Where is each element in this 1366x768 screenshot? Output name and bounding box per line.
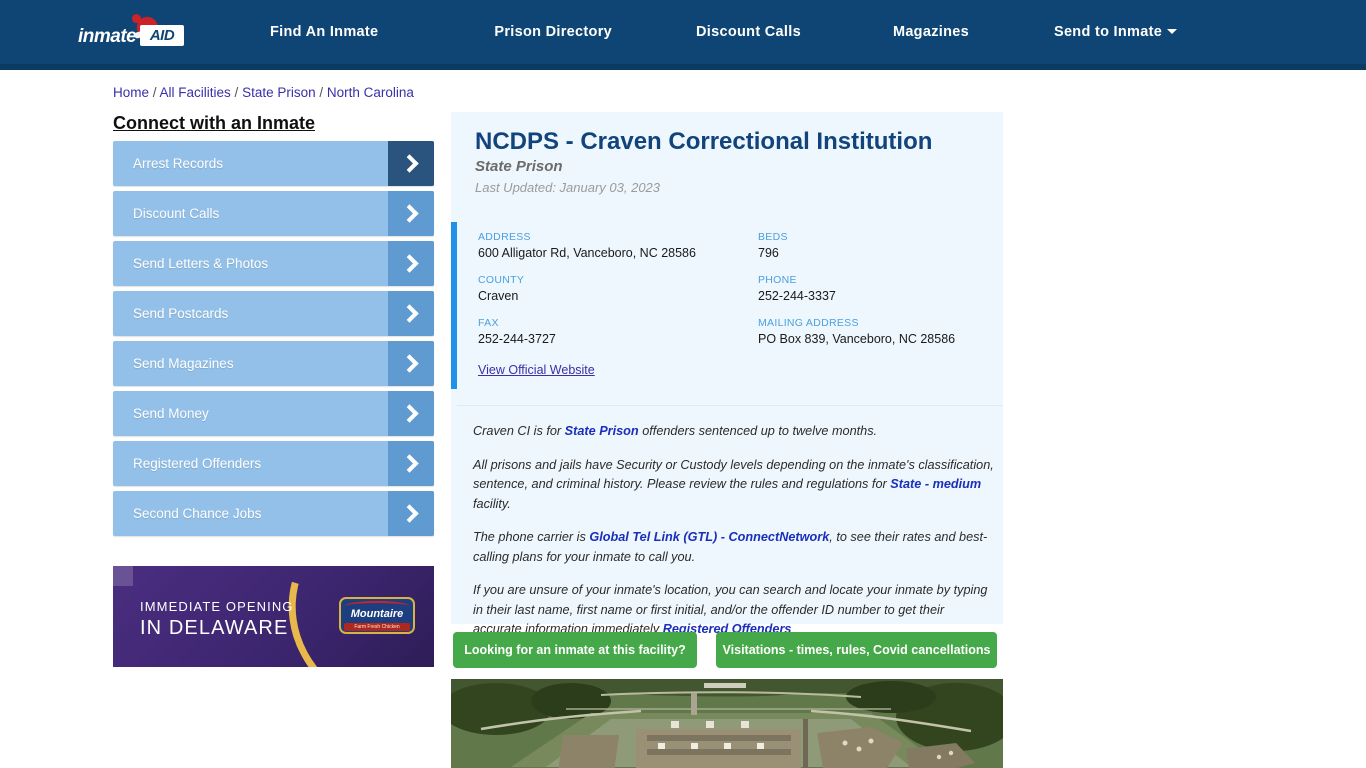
last-updated-text: Last Updated: January 03, 2023 [475,180,661,195]
ad-brand-tagline: Farm Fresh Chicken [344,623,410,631]
details-column-right: BEDS 796 PHONE 252-244-3337 MAILING ADDR… [758,231,1008,360]
detail-phone: PHONE 252-244-3337 [758,274,1008,303]
detail-label: FAX [478,317,499,329]
detail-value: 600 Alligator Rd, Vanceboro, NC 28586 [478,246,696,260]
description-paragraph-2: All prisons and jails have Security or C… [473,456,994,515]
detail-fax: FAX 252-244-3727 [478,317,728,346]
nav-discount-calls[interactable]: Discount Calls [696,24,801,40]
nav-magazines[interactable]: Magazines [893,24,969,40]
chevron-right-icon [388,441,434,486]
section-divider [457,405,1003,406]
sidebar-item-label: Send Letters & Photos [133,256,269,271]
desc-p1-post: offenders sentenced up to twelve months. [638,424,878,438]
sidebar-item-label: Send Postcards [133,306,229,321]
desc-p3-pre: The phone carrier is [473,530,590,544]
ad-brand-name: Mountaire [350,608,404,620]
header-icon-group: 0 [1126,0,1366,64]
site-header: inmate AID Find An Inmate Prison Directo… [0,0,1366,70]
breadcrumb-separator: / [230,85,243,100]
detail-beds: BEDS 796 [758,231,1008,260]
breadcrumb-item-state-prison[interactable]: State Prison [242,85,316,100]
detail-label: BEDS [758,231,788,243]
detail-county: COUNTY Craven [478,274,728,303]
logo-aid-box: AID [140,25,184,46]
sidebar-item-discount-calls[interactable]: Discount Calls [113,191,434,236]
chevron-right-icon [388,341,434,386]
logo-word-inmate: inmate [78,26,137,47]
desc-p2-post: facility. [473,496,511,511]
sidebar-item-send-postcards[interactable]: Send Postcards [113,291,434,336]
chevron-right-icon [388,141,434,186]
sidebar-item-second-chance-jobs[interactable]: Second Chance Jobs [113,491,434,536]
detail-address: ADDRESS 600 Alligator Rd, Vanceboro, NC … [478,231,728,260]
sidebar-item-label: Second Chance Jobs [133,506,262,521]
sidebar-item-label: Registered Offenders [133,456,262,471]
looking-for-inmate-button[interactable]: Looking for an inmate at this facility? [453,632,697,668]
sidebar-item-registered-offenders[interactable]: Registered Offenders [113,441,434,486]
details-column-left: ADDRESS 600 Alligator Rd, Vanceboro, NC … [478,231,728,360]
detail-label: MAILING ADDRESS [758,317,859,329]
breadcrumb-separator: / [315,85,327,100]
ad-brand-logo: Mountaire Farm Fresh Chicken [339,597,415,634]
desc-p2-link[interactable]: State - medium [890,477,981,491]
detail-mailing-address: MAILING ADDRESS PO Box 839, Vanceboro, N… [758,317,1008,346]
chevron-right-icon [388,291,434,336]
facility-description: Craven CI is for State Prison offenders … [473,422,994,654]
sidebar-item-send-magazines[interactable]: Send Magazines [113,341,434,386]
chevron-right-icon [388,241,434,286]
desc-p3-link[interactable]: Global Tel Link (GTL) - ConnectNetwork [589,530,829,544]
ad-corner-accent [113,566,133,586]
header-bottom-strip [0,64,1366,70]
breadcrumb-separator: / [149,85,160,100]
page-title: NCDPS - Craven Correctional Institution [475,128,933,155]
logo-word-aid: AID [149,27,175,44]
detail-label: ADDRESS [478,231,531,243]
sidebar-item-label: Arrest Records [133,156,224,171]
sidebar-heading: Connect with an Inmate [113,113,316,133]
description-paragraph-1: Craven CI is for State Prison offenders … [473,422,994,442]
desc-p1-link[interactable]: State Prison [565,424,639,438]
sidebar-menu: Arrest Records Discount Calls Send Lette… [113,141,434,541]
sidebar-item-label: Send Money [133,406,209,421]
chevron-right-icon [388,491,434,536]
nav-prison-directory[interactable]: Prison Directory [494,24,612,40]
view-official-website-link[interactable]: View Official Website [478,363,595,377]
facility-type: State Prison [475,158,563,175]
facility-aerial-photo [451,679,1003,768]
chevron-right-icon [388,191,434,236]
sidebar-advertisement[interactable]: IMMEDIATE OPENING IN DELAWARE Mountaire … [113,566,434,667]
breadcrumb: Home / All Facilities / State Prison / N… [113,85,414,100]
breadcrumb-item-all-facilities[interactable]: All Facilities [160,85,231,100]
sidebar-item-arrest-records[interactable]: Arrest Records [113,141,434,186]
facility-info-card: NCDPS - Craven Correctional Institution … [451,112,1003,636]
sidebar-item-label: Send Magazines [133,356,234,371]
sidebar-item-label: Discount Calls [133,206,220,221]
ad-headline-line1: IMMEDIATE OPENING [140,599,294,614]
desc-p1-pre: Craven CI is for [473,424,565,438]
detail-value: 796 [758,246,779,260]
breadcrumb-item-home[interactable]: Home [113,85,149,100]
visitations-button[interactable]: Visitations - times, rules, Covid cancel… [716,632,997,668]
description-paragraph-4: If you are unsure of your inmate's locat… [473,581,994,640]
chevron-right-icon [388,391,434,436]
sidebar-item-send-money[interactable]: Send Money [113,391,434,436]
detail-value: 252-244-3337 [758,289,836,303]
main-navigation: Find An Inmate Prison Directory Discount… [255,0,1178,64]
ad-headline-line2: IN DELAWARE [140,617,289,639]
accent-bar [451,222,457,389]
description-paragraph-3: The phone carrier is Global Tel Link (GT… [473,528,994,567]
nav-find-an-inmate[interactable]: Find An Inmate [270,24,378,40]
breadcrumb-item-north-carolina[interactable]: North Carolina [327,85,414,100]
detail-label: PHONE [758,274,797,286]
site-logo[interactable]: inmate AID [78,14,184,51]
sidebar-item-send-letters-photos[interactable]: Send Letters & Photos [113,241,434,286]
detail-value: PO Box 839, Vanceboro, NC 28586 [758,332,956,346]
detail-label: COUNTY [478,274,525,286]
detail-value: Craven [478,289,519,303]
detail-value: 252-244-3727 [478,332,556,346]
